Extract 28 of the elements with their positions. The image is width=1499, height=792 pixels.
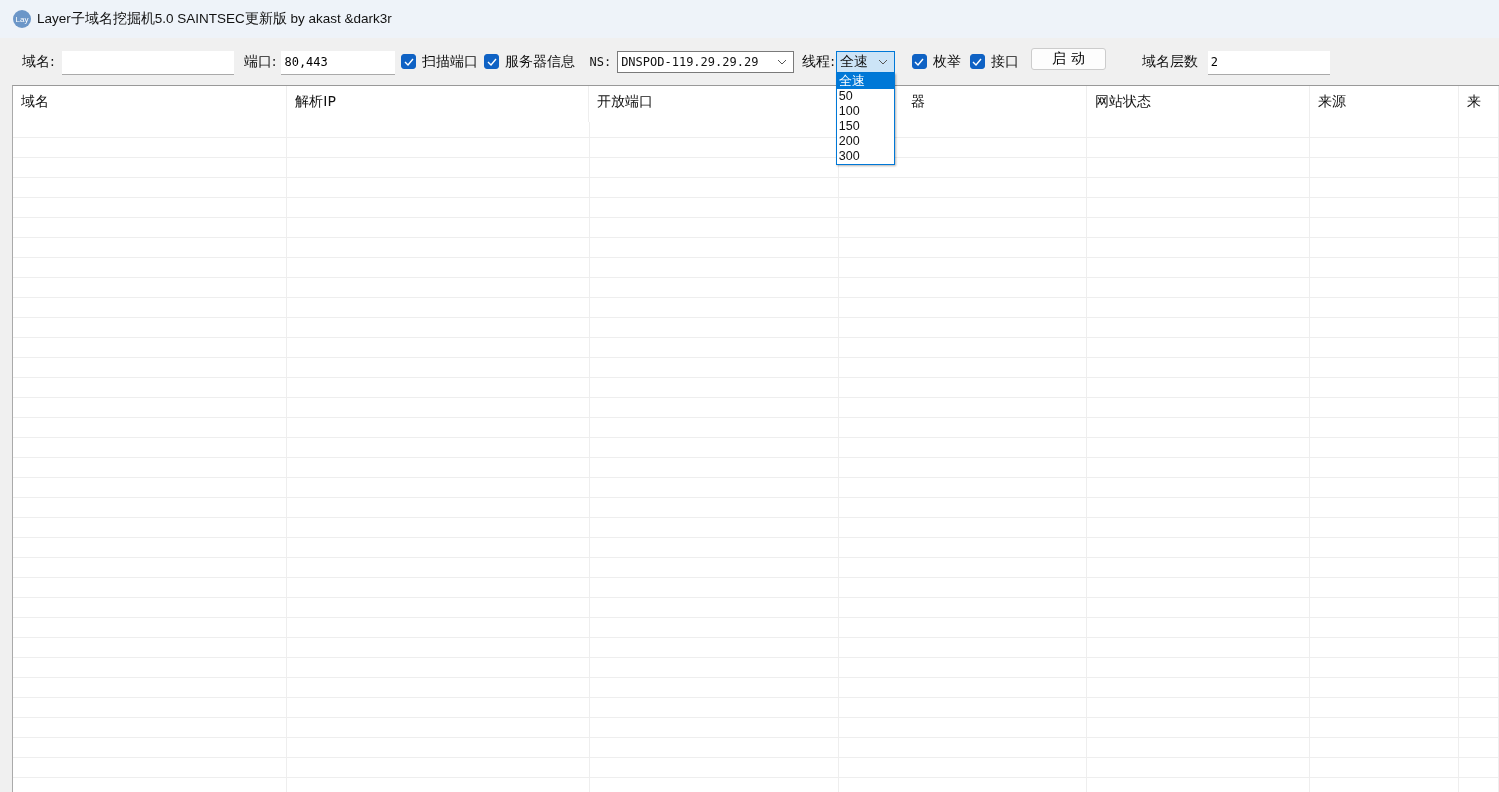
start-button[interactable]: 启 动 xyxy=(1030,47,1106,70)
checkbox-label: 接口 xyxy=(990,52,1019,71)
thread-dropdown[interactable]: 全速 xyxy=(835,50,895,73)
dns-dropdown[interactable]: DNSPOD-119.29.29.29 xyxy=(617,50,795,73)
field-label: 线程: xyxy=(802,52,835,71)
checkbox[interactable] xyxy=(911,54,927,69)
checkbox-label: 扫描端口 xyxy=(422,52,479,71)
checkbox[interactable] xyxy=(484,54,500,69)
dropdown-option[interactable]: 50 xyxy=(836,88,894,104)
domain-field[interactable] xyxy=(61,50,234,75)
app-icon: Lay xyxy=(13,10,31,28)
field-label: 端口: xyxy=(243,52,277,71)
depth-field[interactable]: 2 xyxy=(1207,50,1330,75)
chevron-down-icon xyxy=(777,58,788,65)
checkbox[interactable] xyxy=(969,54,985,69)
port-field[interactable]: 80,443 xyxy=(281,50,396,75)
checkbox-label: 服务器信息 xyxy=(505,52,576,71)
checkbox-label: 枚举 xyxy=(932,52,961,71)
window-title: Layer子域名挖掘机5.0 SAINTSEC更新版 by akast &dark3r xyxy=(37,10,392,28)
field-label: 域名层数 xyxy=(1141,52,1198,71)
field-label: 域名: xyxy=(22,52,55,71)
chevron-down-icon xyxy=(877,58,888,65)
dropdown-option[interactable]: 全速 xyxy=(836,73,894,89)
dropdown-option[interactable]: 300 xyxy=(836,148,894,164)
dropdown-option[interactable]: 200 xyxy=(836,133,894,149)
checkbox[interactable] xyxy=(401,54,417,69)
dropdown-option[interactable]: 100 xyxy=(836,103,894,119)
field-label: NS: xyxy=(589,54,612,69)
